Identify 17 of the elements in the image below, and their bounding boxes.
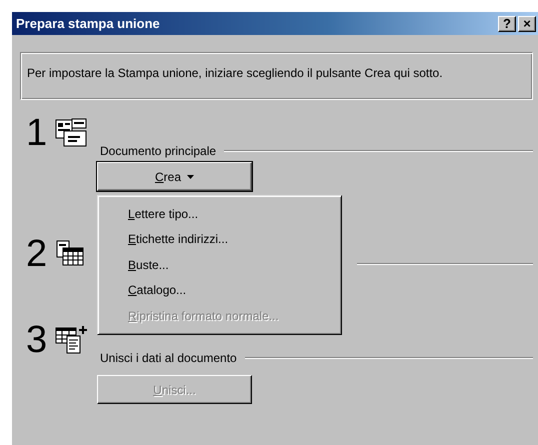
menu-item[interactable]: Etichette indirizzi... [128,232,228,246]
dropdown-button[interactable]: Crea [97,162,252,191]
instruction-text: Per impostare la Stampa unione, iniziare scegliendo il pulsante Crea qui sotto. [27,66,443,82]
step-number: 2 [26,235,48,273]
menu-item[interactable]: Buste... [128,258,169,272]
documents-icon [55,118,87,148]
menu-item[interactable]: Catalogo... [128,283,186,298]
merge-icon [55,325,87,355]
window-title: Prepara stampa unione [16,16,161,31]
caret-icon [187,175,194,180]
step-label: Documento principale [100,144,216,158]
close-button[interactable]: × [518,16,536,32]
step-number: 1 [26,114,48,152]
menu-item[interactable]: Lettere tipo... [128,206,198,221]
step-number: 3 [26,321,48,359]
step-label: Unisci i dati al documento [100,351,237,365]
help-button[interactable]: ? [498,16,516,32]
